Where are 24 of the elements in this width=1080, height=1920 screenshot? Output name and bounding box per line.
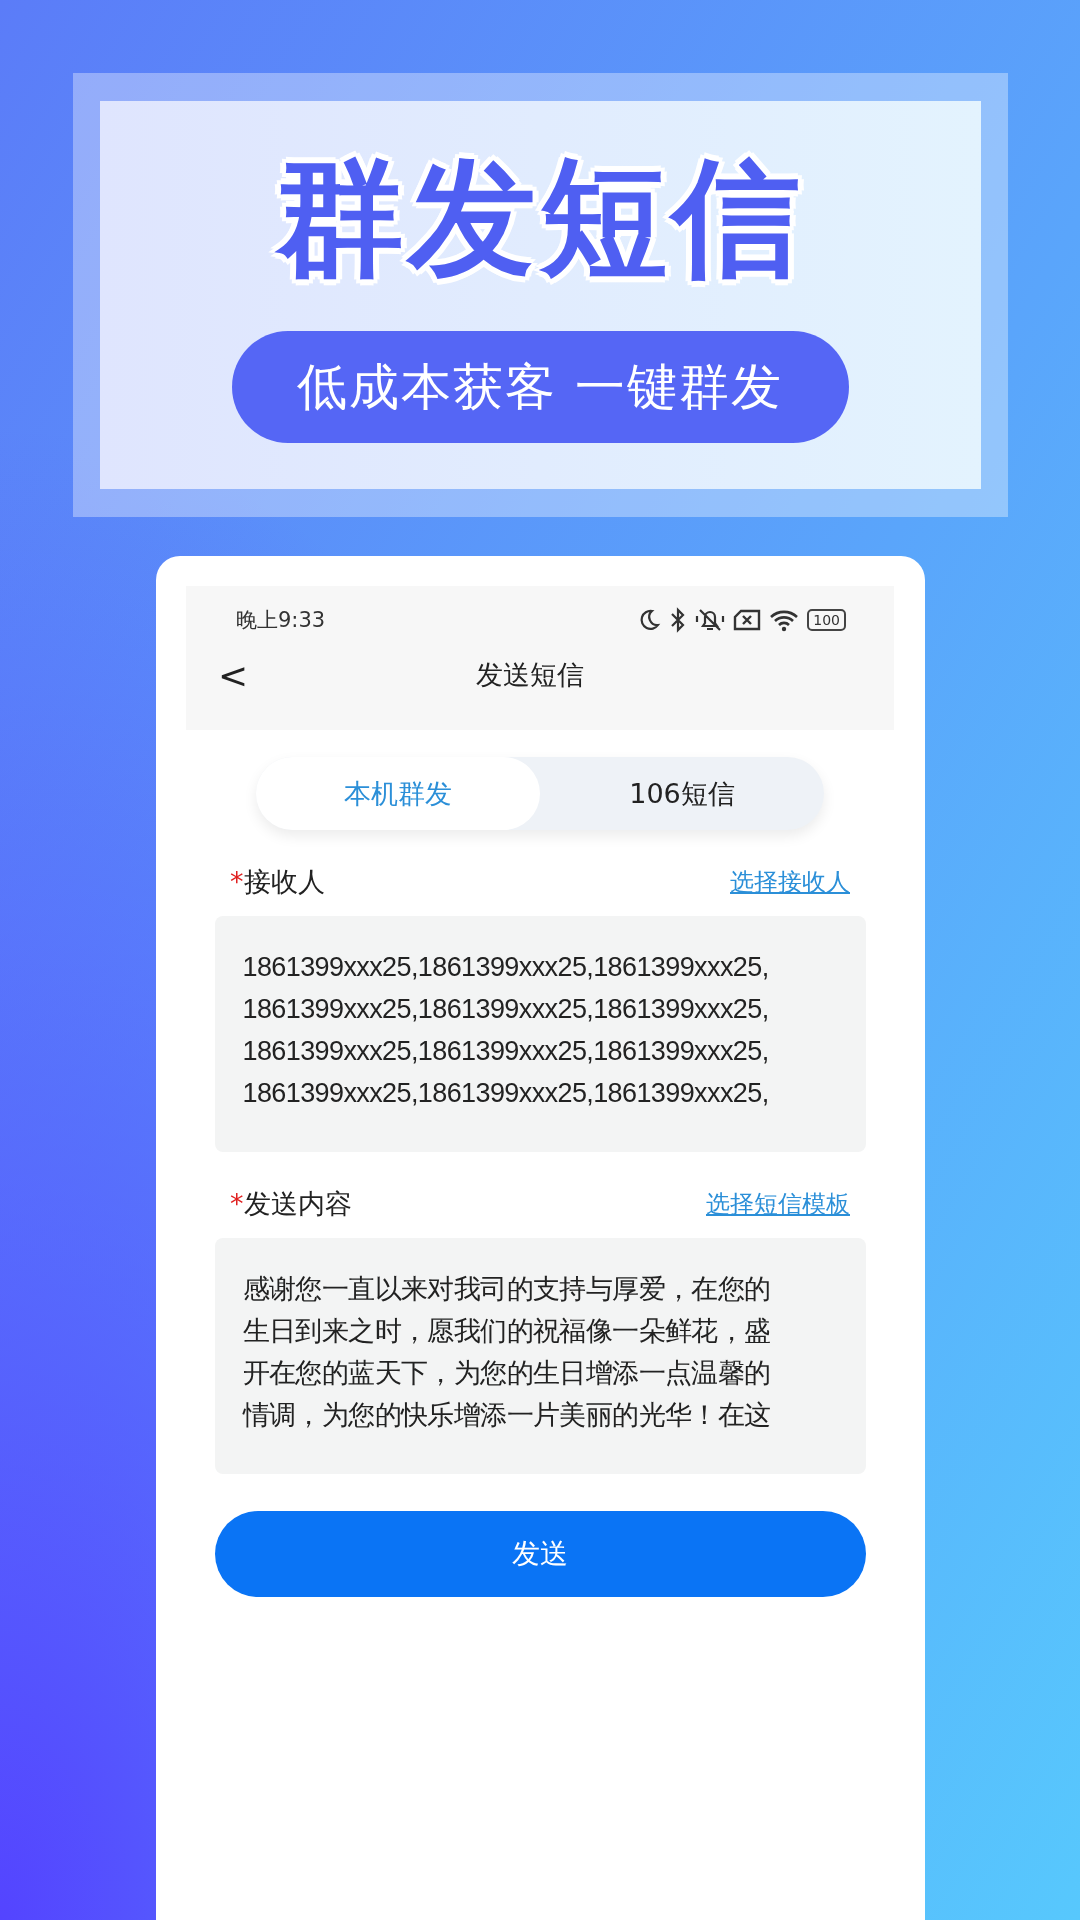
text-line: 1861399xxx25,1861399xxx25,1861399xxx25, <box>242 951 770 984</box>
slogan-pill: 低成本获客 一键群发 <box>231 331 849 443</box>
text-line: 开在您的蓝天下，为您的生日增添一点温馨的 <box>242 1357 772 1390</box>
wifi-icon <box>769 608 800 632</box>
send-button[interactable]: 发送 <box>214 1511 866 1597</box>
field-label: *发送内容 <box>230 1187 352 1221</box>
text-line: 感谢您一直以来对我司的支持与厚爱，在您的 <box>242 1273 772 1306</box>
banner-title: 群发短信 <box>276 143 804 293</box>
page-title: 发送短信 <box>476 658 584 692</box>
text-area[interactable]: 1861399xxx25,1861399xxx25,1861399xxx25, 1861399xxx25,1861399xxx25,1861399xxx25, 1861399xxx25,1861399xxx25,1861399xxx25, 1861399xxx25,1861399xxx25,1861399xxx25, <box>214 916 866 1152</box>
text-area[interactable]: 感谢您一直以来对我司的支持与厚爱，在您的 生日到来之时，愿我们的祝福像一朵鲜花，盛 开在您的蓝天下，为您的生日增添一点温馨的 情调，为您的快乐增添一片美丽的光华！在这 <box>214 1238 866 1474</box>
text-line: 1861399xxx25,1861399xxx25,1861399xxx25, <box>242 1077 770 1110</box>
no-sim-icon <box>733 608 762 632</box>
field-label: *接收人 <box>230 865 325 899</box>
status-time: 晚上9:33 <box>236 607 326 634</box>
text-line: 1861399xxx25,1861399xxx25,1861399xxx25, <box>242 1035 770 1068</box>
text-line: 1861399xxx25,1861399xxx25,1861399xxx25, <box>242 993 770 1026</box>
moon-icon <box>637 608 662 632</box>
battery-indicator: 100 <box>807 609 846 631</box>
text-line: 生日到来之时，愿我们的祝福像一朵鲜花，盛 <box>242 1315 772 1348</box>
back-button[interactable]: < <box>214 654 253 696</box>
text-line: 情调，为您的快乐增添一片美丽的光华！在这 <box>242 1399 772 1432</box>
muted-bell-icon <box>695 607 726 633</box>
tab[interactable]: 106短信 <box>540 757 824 830</box>
